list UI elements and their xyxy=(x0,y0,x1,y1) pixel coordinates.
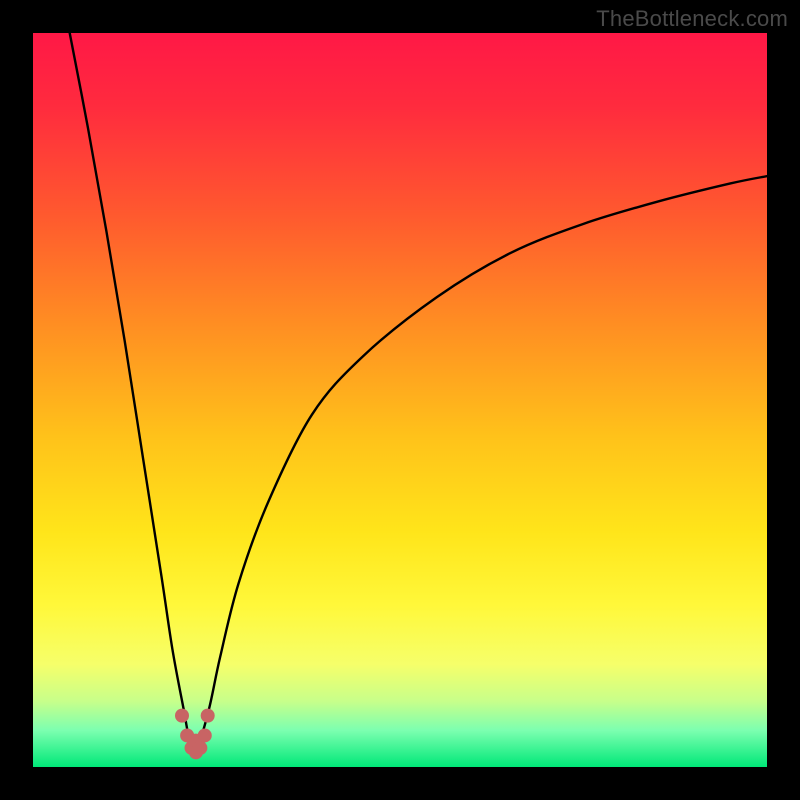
marker-dot xyxy=(193,741,207,755)
watermark-text: TheBottleneck.com xyxy=(596,6,788,32)
chart-svg xyxy=(33,33,767,767)
plot-area xyxy=(33,33,767,767)
marker-dot xyxy=(175,709,189,723)
outer-frame: TheBottleneck.com xyxy=(0,0,800,800)
bottleneck-curve xyxy=(70,33,767,750)
bottom-marker-blob xyxy=(175,709,215,760)
marker-dot xyxy=(201,709,215,723)
marker-dot xyxy=(198,728,212,742)
